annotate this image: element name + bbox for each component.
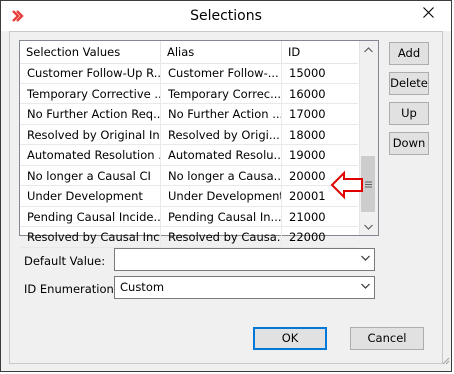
selection-value-cell[interactable]: No longer a Causal CI xyxy=(20,165,161,186)
scroll-down-button[interactable] xyxy=(360,218,377,235)
alias-cell[interactable]: No Further Action ... xyxy=(161,104,282,124)
scroll-up-button[interactable] xyxy=(360,41,377,58)
id-cell[interactable]: 15000 xyxy=(282,63,358,83)
table-row[interactable]: Customer Follow-Up R... Customer Follow-… xyxy=(20,63,358,84)
chevron-down-icon xyxy=(361,283,370,289)
up-button[interactable]: Up xyxy=(389,102,429,125)
column-header-alias[interactable]: Alias xyxy=(161,41,282,63)
table-row[interactable]: Under Development Under Development 2000… xyxy=(20,186,358,207)
id-enumeration-combo[interactable]: Custom xyxy=(114,276,375,299)
title-bar: Selections xyxy=(1,1,451,31)
alias-cell[interactable]: Resolved by Origi... xyxy=(161,124,282,145)
selection-value-cell[interactable]: Automated Resolution ... xyxy=(20,145,161,165)
table-header: Selection Values Alias ID xyxy=(20,41,358,64)
alias-cell[interactable]: Pending Causal In... xyxy=(161,206,282,227)
alias-cell[interactable]: Automated Resolu... xyxy=(161,145,282,165)
id-cell[interactable]: 17000 xyxy=(282,104,358,124)
selection-value-cell[interactable]: Pending Causal Incide... xyxy=(20,206,161,227)
table-row[interactable]: Temporary Corrective ... Temporary Corre… xyxy=(20,83,358,104)
selection-value-cell[interactable]: Resolved by Original In... xyxy=(20,124,161,145)
id-cell[interactable]: 19000 xyxy=(282,145,358,165)
alias-cell[interactable]: Under Development xyxy=(161,186,282,206)
column-header-selection-values[interactable]: Selection Values xyxy=(20,41,161,63)
grip-lines-icon xyxy=(364,181,372,187)
close-button[interactable] xyxy=(406,1,451,23)
table-row[interactable]: Resolved by Causal Inc... Resolved by Ca… xyxy=(20,227,358,248)
table-row[interactable]: Resolved by Original In... Resolved by O… xyxy=(20,124,358,145)
alias-cell[interactable]: Resolved by Causa... xyxy=(161,227,282,247)
selection-value-cell[interactable]: Resolved by Causal Inc... xyxy=(20,227,161,247)
id-enumeration-label: ID Enumeration: xyxy=(24,282,118,296)
table-vertical-scrollbar[interactable] xyxy=(359,41,378,235)
cancel-button[interactable]: Cancel xyxy=(350,327,424,350)
resize-grip-icon[interactable] xyxy=(440,355,450,365)
alias-cell[interactable]: Customer Follow-... xyxy=(161,63,282,83)
window-title: Selections xyxy=(190,8,262,24)
id-cell[interactable]: 21000 xyxy=(282,207,358,227)
id-cell[interactable]: 16000 xyxy=(282,84,358,104)
selection-value-cell[interactable]: Under Development xyxy=(20,186,161,206)
table-row[interactable]: Automated Resolution ... Automated Resol… xyxy=(20,145,358,166)
selection-value-cell[interactable]: Temporary Corrective ... xyxy=(20,83,161,104)
id-cell[interactable]: 22000 xyxy=(282,227,358,247)
selection-value-cell[interactable]: Customer Follow-Up R... xyxy=(20,63,161,83)
default-value-combo[interactable] xyxy=(114,248,375,271)
selection-values-table: Selection Values Alias ID Customer Follo… xyxy=(19,40,379,248)
id-enumeration-value: Custom xyxy=(120,280,165,294)
alias-cell[interactable]: Temporary Correc... xyxy=(161,83,282,104)
table-row[interactable]: Pending Causal Incide... Pending Causal … xyxy=(20,206,358,227)
red-left-arrow-annotation-icon xyxy=(330,170,363,200)
chevron-down-icon xyxy=(364,224,373,230)
table-body: Customer Follow-Up R... Customer Follow-… xyxy=(20,63,358,248)
table-row[interactable]: No Further Action Req... No Further Acti… xyxy=(20,104,358,125)
add-button[interactable]: Add xyxy=(389,42,429,65)
id-cell[interactable]: 18000 xyxy=(282,125,358,145)
selection-value-cell[interactable]: No Further Action Req... xyxy=(20,104,161,124)
ok-button[interactable]: OK xyxy=(253,327,327,350)
delete-button[interactable]: Delete xyxy=(389,72,429,95)
chevron-up-icon xyxy=(364,46,373,52)
close-icon xyxy=(423,6,434,18)
default-value-label: Default Value: xyxy=(24,254,106,268)
chevron-down-icon xyxy=(361,255,370,261)
down-button[interactable]: Down xyxy=(389,132,429,155)
table-row[interactable]: No longer a Causal CI No longer a Causa.… xyxy=(20,165,358,186)
alias-cell[interactable]: No longer a Causa... xyxy=(161,165,282,186)
column-header-id[interactable]: ID xyxy=(282,41,358,63)
